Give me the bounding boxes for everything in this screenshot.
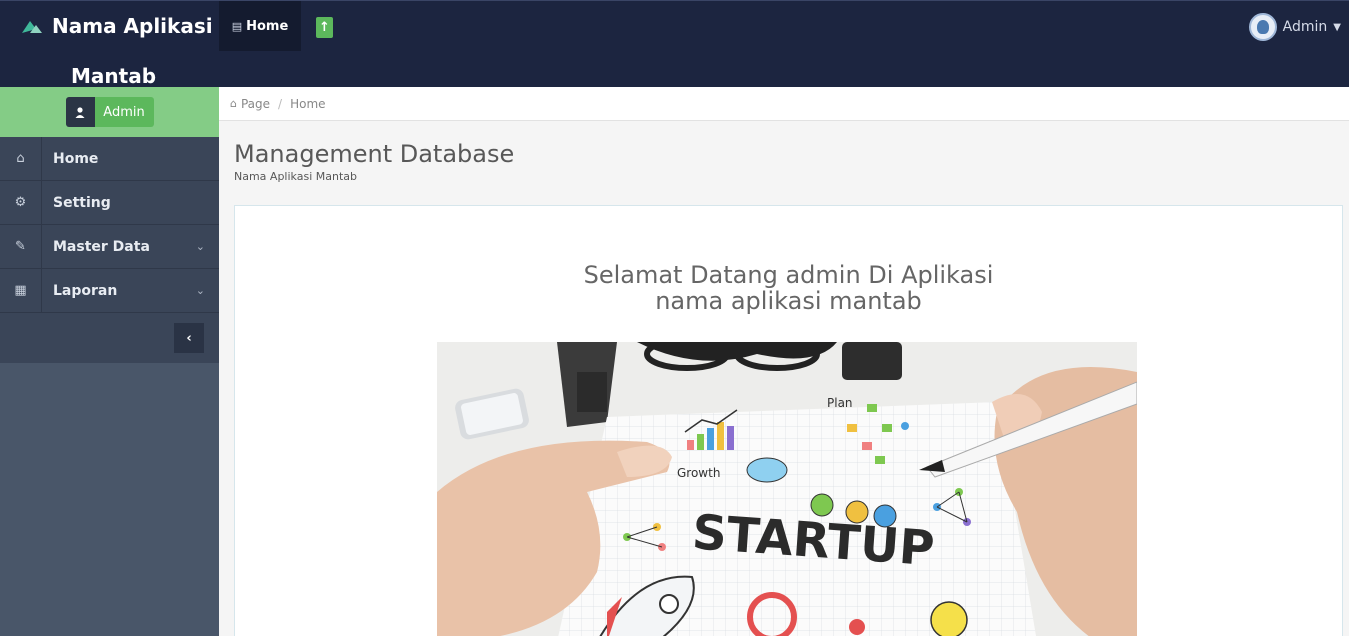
user-menu[interactable]: Admin ▼ (1248, 12, 1349, 42)
welcome-message: Selamat Datang admin Di Aplikasi nama ap… (235, 262, 1342, 314)
sidebar-menu: ⌂ Home ⚙ Setting ✎ Master Data ⌄ ▦ Lapor… (0, 136, 219, 313)
welcome-line1: Selamat Datang admin Di Aplikasi (583, 261, 994, 289)
chevron-left-icon: ‹ (186, 330, 192, 346)
brand-title: Nama Aplikasi (52, 14, 213, 38)
sidebar: Admin ⌂ Home ⚙ Setting ✎ Master Data ⌄ ▦… (0, 87, 219, 636)
sidebar-item-label: Master Data (53, 238, 150, 255)
sidebar-collapse-button[interactable]: ‹ (174, 323, 204, 353)
hero-label-plan: Plan (827, 396, 853, 410)
sidebar-item-label: Laporan (53, 282, 118, 299)
brand[interactable]: Nama Aplikasi Mantab (0, 1, 219, 88)
sidebar-item-master-data[interactable]: ✎ Master Data ⌄ (0, 224, 219, 269)
page-title: Management Database (234, 140, 515, 168)
page-subtitle: Nama Aplikasi Mantab (234, 170, 357, 183)
sidebar-item-setting[interactable]: ⚙ Setting (0, 180, 219, 225)
hero-image: STARTUP Growth Plan (437, 342, 1137, 636)
caret-down-icon: ▼ (1333, 21, 1341, 33)
nav-home-label: Home (246, 18, 289, 34)
sidebar-user-panel: Admin (0, 87, 219, 137)
breadcrumb-current: Home (290, 96, 326, 111)
nav-home-link[interactable]: ▤ Home (219, 1, 301, 51)
user-menu-name: Admin (1282, 19, 1328, 35)
home-icon: ⌂ (230, 97, 237, 110)
sidebar-user-label: Admin (94, 97, 154, 127)
brand-title-line2: Mantab (71, 64, 157, 88)
brand-logo-icon (22, 21, 42, 33)
hero-label-growth: Growth (677, 466, 720, 480)
upload-button[interactable]: ↑ (316, 17, 333, 38)
startup-illustration: STARTUP Growth Plan (437, 342, 1137, 636)
breadcrumb-page[interactable]: Page (241, 97, 270, 111)
sidebar-item-laporan[interactable]: ▦ Laporan ⌄ (0, 268, 219, 313)
calendar-icon: ▦ (0, 268, 42, 313)
breadcrumb-separator: / (278, 96, 283, 111)
sidebar-item-label: Home (53, 150, 99, 167)
sidebar-item-label: Setting (53, 194, 111, 211)
sidebar-collapse-row: ‹ (0, 313, 219, 363)
home-icon: ⌂ (0, 136, 42, 181)
breadcrumb: ⌂ Page / Home (219, 87, 1349, 121)
cogs-icon: ⚙ (0, 180, 42, 225)
content-panel: Selamat Datang admin Di Aplikasi nama ap… (234, 205, 1343, 636)
chevron-down-icon: ⌄ (195, 240, 205, 253)
top-navbar: Nama Aplikasi Mantab ▤ Home ↑ Admin ▼ (0, 0, 1349, 88)
arrow-up-icon: ↑ (319, 20, 330, 35)
avatar (1248, 13, 1277, 41)
user-icon (65, 97, 95, 127)
building-icon: ▤ (231, 19, 243, 33)
welcome-line2: nama aplikasi mantab (655, 287, 922, 315)
edit-icon: ✎ (0, 224, 42, 269)
sidebar-user-button[interactable]: Admin (65, 97, 154, 127)
sidebar-item-home[interactable]: ⌂ Home (0, 136, 219, 181)
chevron-down-icon: ⌄ (195, 284, 205, 297)
